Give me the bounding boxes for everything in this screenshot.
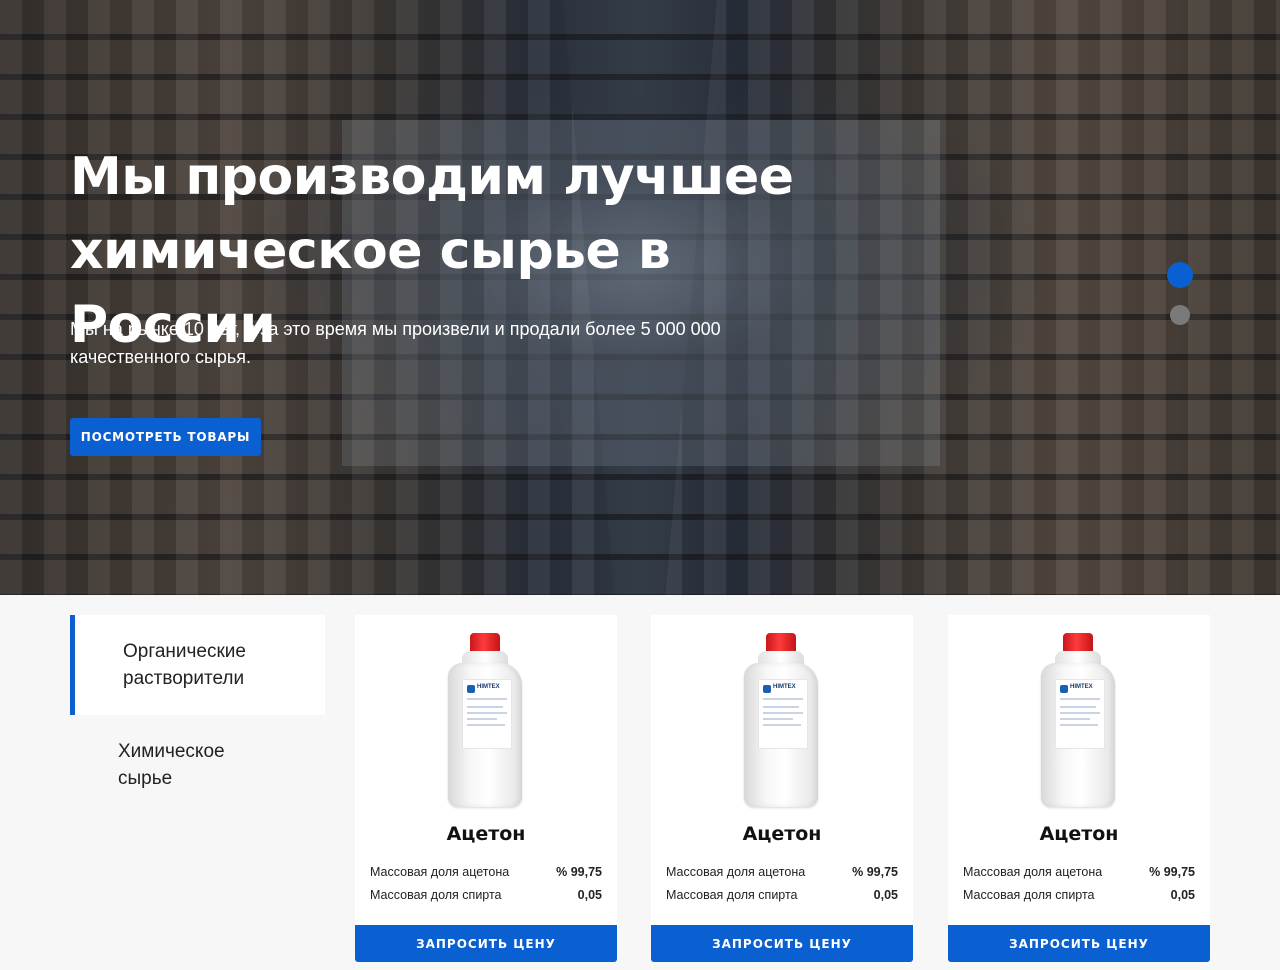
label-line: [467, 698, 507, 700]
product-image-bottle: HIMTEX: [1039, 633, 1119, 808]
brand-logo-icon: [467, 685, 475, 693]
product-card: HIMTEX Ацетон Массовая доля ацетона % 99…: [948, 615, 1210, 962]
spec-name: Массовая доля спирта: [370, 888, 502, 902]
category-label-line-1: Органические: [123, 641, 246, 662]
category-label: Органические растворители: [123, 638, 303, 692]
product-card-body: HIMTEX Ацетон Массовая доля ацетона % 99…: [355, 615, 617, 925]
product-name: Ацетон: [742, 823, 822, 845]
category-item-chemical-raw-materials[interactable]: Химическое сырье: [70, 715, 325, 815]
bottle-brand: HIMTEX: [773, 684, 796, 690]
label-line: [467, 712, 507, 714]
slider-dot-1-active[interactable]: [1167, 262, 1193, 288]
label-line: [763, 698, 803, 700]
label-line: [763, 712, 803, 714]
product-name: Ацетон: [1039, 823, 1119, 845]
bottle-label: HIMTEX: [1055, 679, 1105, 749]
brand-logo-icon: [1060, 685, 1068, 693]
spec-name: Массовая доля спирта: [963, 888, 1095, 902]
spec-name: Массовая доля ацетона: [370, 865, 510, 879]
label-line: [1060, 718, 1090, 720]
request-price-button[interactable]: ЗАПРОСИТЬ ЦЕНУ: [948, 925, 1210, 962]
category-label-line-2: растворители: [123, 668, 245, 689]
product-name: Ацетон: [446, 823, 526, 845]
product-image-bottle: HIMTEX: [742, 633, 822, 808]
hero-title-line-1: Мы производим лучшее: [70, 147, 794, 207]
spec-name: Массовая доля ацетона: [666, 865, 806, 879]
hero-subtitle-line-2: качественного сырья.: [70, 347, 252, 367]
category-label: Химическое сырье: [118, 738, 298, 792]
category-label-line-2: сырье: [118, 768, 173, 789]
bottle-cap: [1063, 633, 1093, 653]
spec-name: Массовая доля ацетона: [963, 865, 1103, 879]
label-line: [467, 718, 497, 720]
label-line: [1060, 706, 1096, 708]
label-line: [1060, 698, 1100, 700]
hero-subtitle: Мы на рынке 10 лет, и за это время мы пр…: [70, 315, 790, 371]
request-price-button[interactable]: ЗАПРОСИТЬ ЦЕНУ: [355, 925, 617, 962]
bottle-brand: HIMTEX: [1070, 684, 1093, 690]
spec-value: % 99,75: [852, 865, 898, 879]
hero-subtitle-line-1: Мы на рынке 10 лет, и за это время мы пр…: [70, 319, 721, 339]
spec-value: % 99,75: [556, 865, 602, 879]
bottle-brand: HIMTEX: [477, 684, 500, 690]
category-label-line-1: Химическое: [118, 741, 225, 762]
bottle-label: HIMTEX: [462, 679, 512, 749]
spec-value: 0,05: [1170, 888, 1195, 902]
hero-banner: Мы производим лучшее химическое сырье в …: [0, 0, 1280, 595]
label-line: [1060, 712, 1100, 714]
label-line: [763, 724, 801, 726]
product-card: HIMTEX Ацетон Массовая доля ацетона % 99…: [355, 615, 617, 962]
product-image-bottle: HIMTEX: [446, 633, 526, 808]
bottle-cap: [470, 633, 500, 653]
slider-dot-2[interactable]: [1170, 305, 1190, 325]
label-line: [763, 706, 799, 708]
product-card: HIMTEX Ацетон Массовая доля ацетона % 99…: [651, 615, 913, 962]
category-item-organic-solvents[interactable]: Органические растворители: [70, 615, 325, 715]
spec-value: % 99,75: [1149, 865, 1195, 879]
spec-value: 0,05: [577, 888, 602, 902]
request-price-button[interactable]: ЗАПРОСИТЬ ЦЕНУ: [651, 925, 913, 962]
product-card-body: HIMTEX Ацетон Массовая доля ацетона % 99…: [651, 615, 913, 925]
product-card-body: HIMTEX Ацетон Массовая доля ацетона % 99…: [948, 615, 1210, 925]
spec-value: 0,05: [873, 888, 898, 902]
label-line: [763, 718, 793, 720]
view-products-button[interactable]: ПОСМОТРЕТЬ ТОВАРЫ: [70, 418, 261, 456]
bottle-label: HIMTEX: [758, 679, 808, 749]
brand-logo-icon: [763, 685, 771, 693]
label-line: [467, 724, 505, 726]
spec-name: Массовая доля спирта: [666, 888, 798, 902]
bottle-cap: [766, 633, 796, 653]
label-line: [1060, 724, 1098, 726]
label-line: [467, 706, 503, 708]
